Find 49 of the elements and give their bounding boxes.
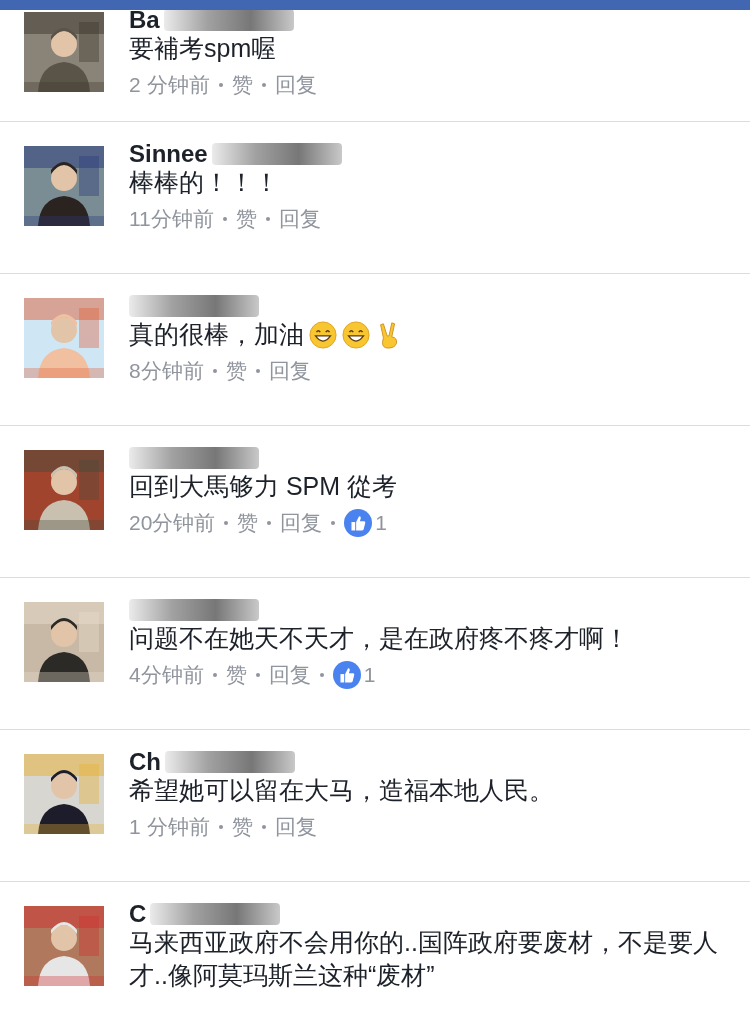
like-count: 1 [363, 662, 376, 688]
comment-text: 希望她可以留在大马，造福本地人民。 [129, 775, 554, 806]
reply-link[interactable]: 回复 [280, 509, 323, 537]
comment-time: 2 分钟前 [129, 72, 210, 98]
comment-text: 要補考spm喔 [129, 33, 277, 64]
like-link[interactable]: 赞 [231, 71, 253, 99]
like-link[interactable]: 赞 [225, 661, 247, 689]
comment-time: 20分钟前 [129, 510, 216, 536]
like-link[interactable]: 赞 [231, 813, 253, 841]
comment-time: 8分钟前 [129, 358, 204, 384]
separator-dot [267, 521, 272, 525]
separator-dot [319, 673, 324, 677]
reply-link[interactable]: 回复 [274, 813, 317, 841]
comment-time: 1 分钟前 [129, 814, 210, 840]
thumbs-up-icon [332, 661, 361, 689]
reply-link[interactable]: 回复 [268, 661, 311, 689]
like-count: 1 [375, 510, 388, 536]
grinning-face-icon [342, 320, 370, 349]
like-link[interactable]: 赞 [235, 205, 257, 233]
reply-link[interactable]: 回复 [274, 71, 317, 99]
separator-dot [212, 673, 217, 677]
like-link[interactable]: 赞 [237, 509, 259, 537]
separator-dot [224, 521, 229, 525]
comment-text: 回到大馬够力 SPM 從考 [129, 471, 398, 502]
reply-link[interactable]: 回复 [268, 357, 311, 385]
commenter-name[interactable]: Ch [129, 750, 161, 774]
separator-dot [255, 369, 260, 373]
commenter-name[interactable]: Ba [129, 8, 160, 32]
separator-dot [265, 217, 270, 221]
commenter-name[interactable]: Sinnee [129, 142, 208, 166]
thumbs-up-icon [344, 509, 373, 537]
reply-link[interactable]: 回复 [278, 205, 321, 233]
comment-text: 棒棒的！！！ [129, 167, 279, 198]
separator-dot [331, 521, 336, 525]
comment-time: 4分钟前 [129, 662, 204, 688]
separator-dot [255, 673, 260, 677]
separator-dot [218, 83, 223, 87]
separator-dot [261, 825, 266, 829]
like-link[interactable]: 赞 [225, 357, 247, 385]
grinning-face-icon [309, 320, 337, 349]
comment-text: 马来西亚政府不会用你的..国阵政府要废材，不是要人才..像阿莫玛斯兰这种“废材” [129, 927, 719, 991]
commenter-name[interactable]: C [129, 902, 147, 926]
comment-text: 问题不在她天不天才，是在政府疼不疼才啊！ [129, 623, 629, 654]
separator-dot [212, 369, 217, 373]
comment-text: 真的很棒，加油 [129, 319, 304, 350]
separator-dot [218, 825, 223, 829]
separator-dot [261, 83, 266, 87]
comment-time: 11分钟前 [129, 206, 214, 232]
separator-dot [222, 217, 227, 221]
